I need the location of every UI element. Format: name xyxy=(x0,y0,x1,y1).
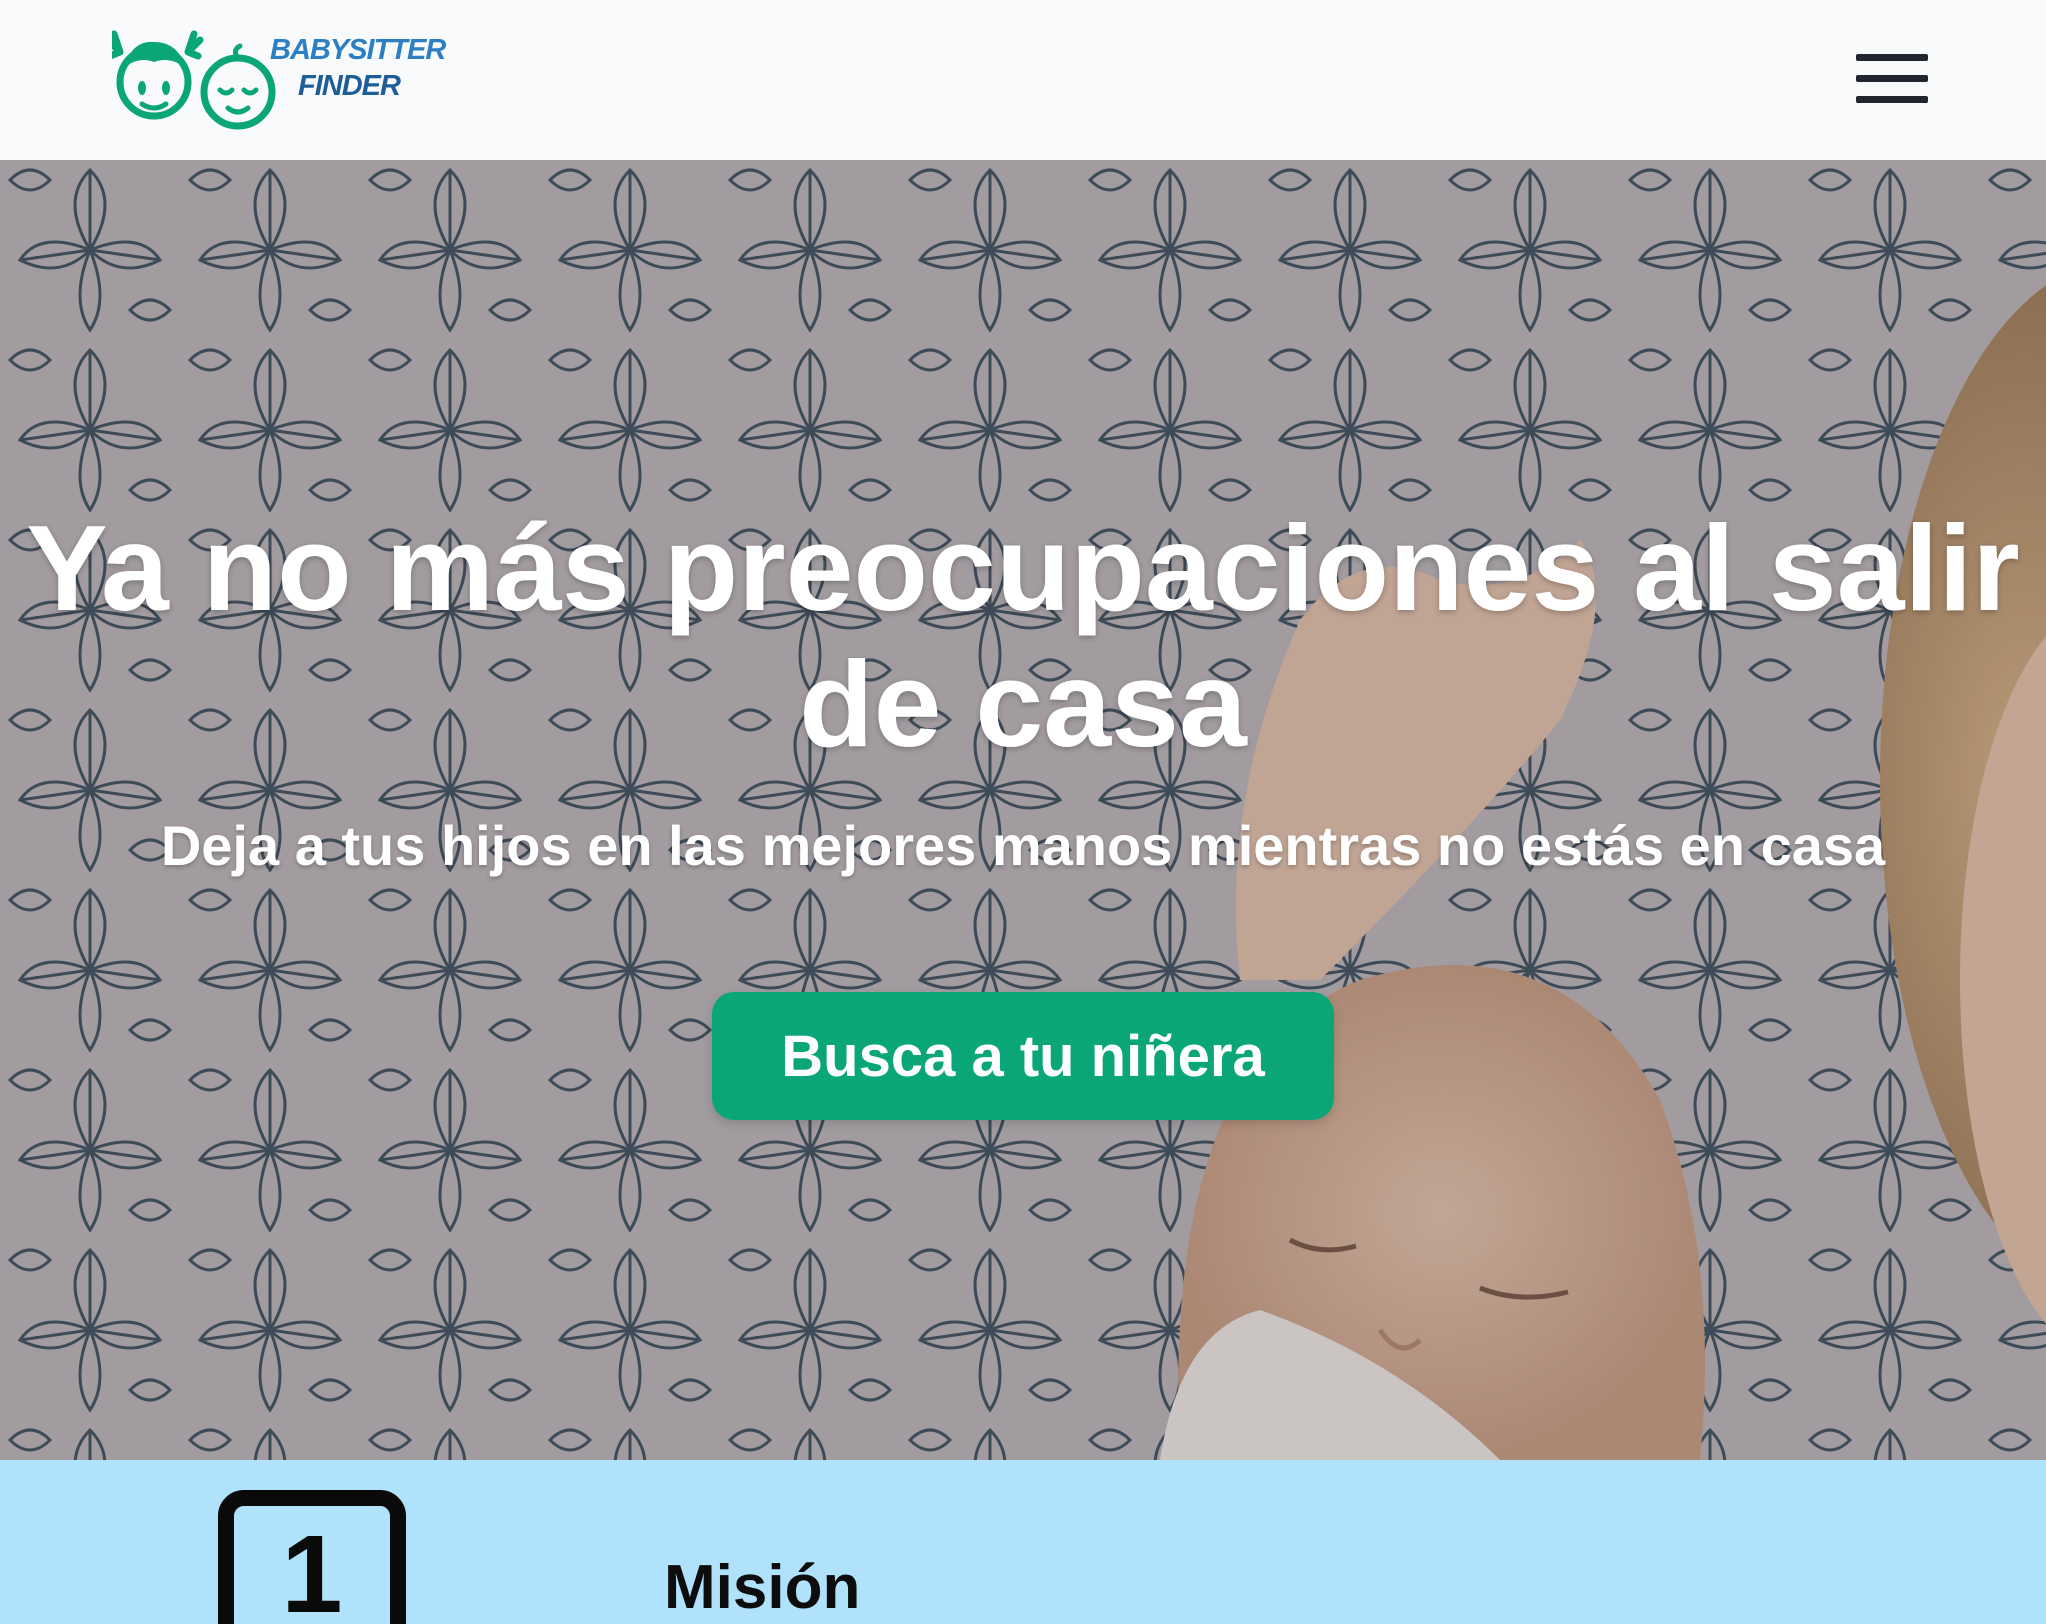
logo-line-1: BABYSITTER xyxy=(270,34,446,66)
hero-dark-overlay xyxy=(0,160,2046,1460)
mission-section: 1 Misión xyxy=(0,1460,2046,1624)
logo-wordmark: BABYSITTER FINDER xyxy=(270,32,446,104)
hamburger-icon xyxy=(1856,96,1928,103)
find-babysitter-button[interactable]: Busca a tu niñera xyxy=(712,992,1334,1120)
hero-subtitle: Deja a tus hijos en las mejores manos mi… xyxy=(160,814,1886,877)
navbar: BABYSITTER FINDER xyxy=(0,0,2046,160)
step-number: 1 xyxy=(281,1513,343,1624)
hero-title: Ya no más preocupaciones al salir de cas… xyxy=(26,500,2020,772)
hamburger-icon xyxy=(1856,54,1928,61)
step-number-icon: 1 xyxy=(218,1490,406,1624)
hamburger-menu-button[interactable] xyxy=(1852,50,1932,108)
mission-title: Misión xyxy=(664,1553,861,1622)
hero-section: Ya no más preocupaciones al salir de cas… xyxy=(0,160,2046,1460)
hamburger-icon xyxy=(1856,75,1928,82)
logo-link[interactable]: BABYSITTER FINDER xyxy=(104,22,446,134)
logo-line-2: FINDER xyxy=(298,70,401,102)
